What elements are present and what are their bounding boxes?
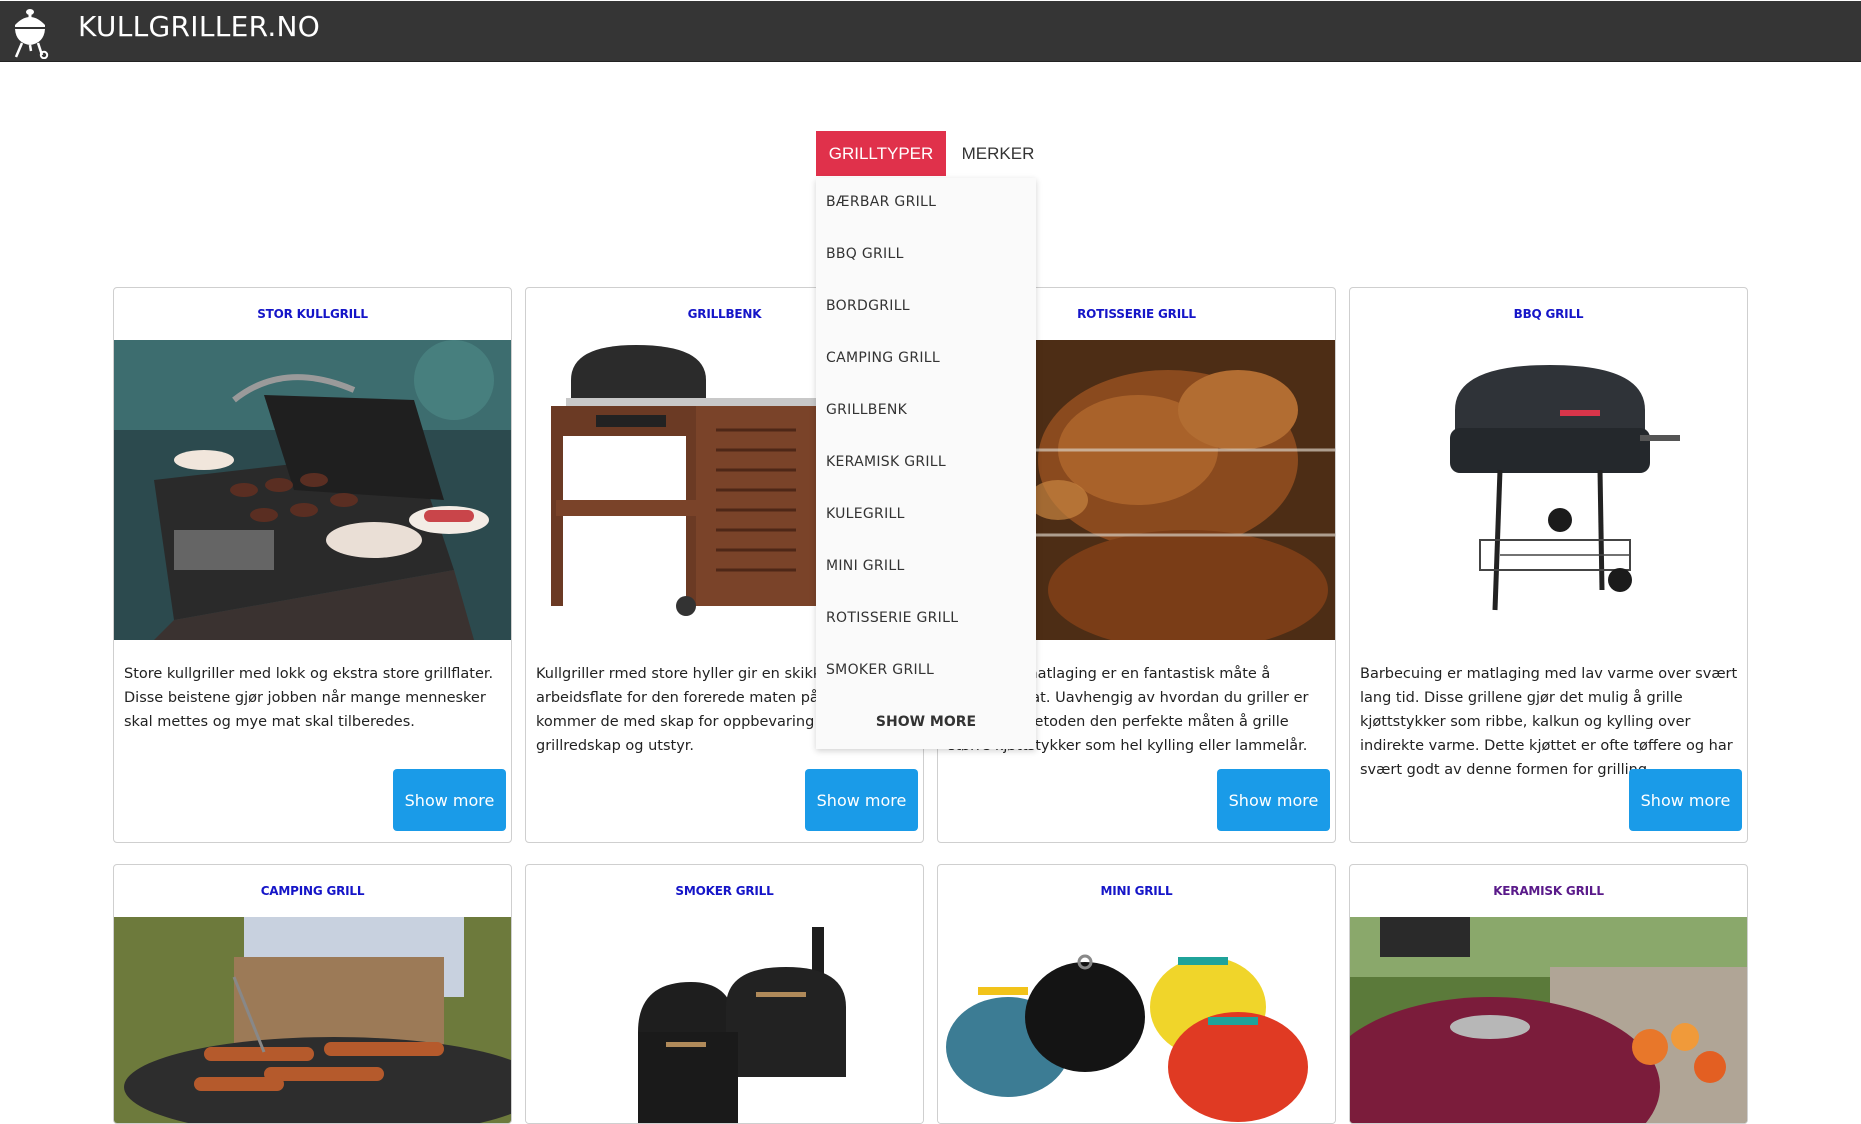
card-image bbox=[114, 340, 511, 640]
dropdown-show-more-link[interactable]: SHOW MORE bbox=[816, 707, 1036, 737]
kettle-grill-icon[interactable] bbox=[10, 5, 50, 59]
card-title[interactable]: BBQ GRILL bbox=[1350, 288, 1747, 340]
menu-item-bordgrill[interactable]: BORDGRILL bbox=[826, 291, 910, 321]
card-title[interactable]: STOR KULLGRILL bbox=[114, 288, 511, 340]
menu-item-mini-grill[interactable]: MINI GRILL bbox=[826, 551, 905, 581]
card-image bbox=[526, 917, 923, 1123]
card-image bbox=[1350, 917, 1747, 1123]
menu-item-smoker-grill[interactable]: SMOKER GRILL bbox=[826, 655, 934, 685]
tab-merker[interactable]: MERKER bbox=[946, 131, 1050, 176]
menu-item-grillbenk[interactable]: GRILLBENK bbox=[826, 395, 907, 425]
card-keramisk-grill: KERAMISK GRILL bbox=[1349, 864, 1748, 1124]
show-more-button[interactable]: Show more bbox=[805, 769, 918, 831]
card-title[interactable]: KERAMISK GRILL bbox=[1350, 865, 1747, 917]
tab-grilltyper[interactable]: GRILLTYPER bbox=[816, 131, 946, 176]
show-more-button[interactable]: Show more bbox=[393, 769, 506, 831]
card-bbq-grill: BBQ GRILL Barbecuing er matlaging med la… bbox=[1349, 287, 1748, 843]
site-title[interactable]: KULLGRILLER.NO bbox=[78, 10, 320, 43]
card-title[interactable]: SMOKER GRILL bbox=[526, 865, 923, 917]
card-description: Store kullgriller med lokk og ekstra sto… bbox=[124, 666, 494, 730]
menu-item-baerbar-grill[interactable]: BÆRBAR GRILL bbox=[826, 187, 936, 217]
menu-item-rotisserie-grill[interactable]: ROTISSERIE GRILL bbox=[826, 603, 958, 633]
card-title[interactable]: MINI GRILL bbox=[938, 865, 1335, 917]
card-smoker-grill: SMOKER GRILL bbox=[525, 864, 924, 1124]
card-image bbox=[938, 917, 1335, 1123]
menu-item-kulegrill[interactable]: KULEGRILL bbox=[826, 499, 905, 529]
card-image bbox=[1350, 340, 1747, 640]
card-stor-kullgrill: STOR KULLGRILL Store kullgriller med lok… bbox=[113, 287, 512, 843]
menu-item-camping-grill[interactable]: CAMPING GRILL bbox=[826, 343, 940, 373]
card-image bbox=[114, 917, 511, 1123]
card-description: Barbecuing er matlaging med lav varme ov… bbox=[1360, 666, 1738, 778]
top-bar: KULLGRILLER.NO bbox=[0, 1, 1861, 62]
grilltyper-dropdown-menu: BÆRBAR GRILL BBQ GRILL BORDGRILL CAMPING… bbox=[816, 178, 1036, 749]
card-mini-grill: MINI GRILL bbox=[937, 864, 1336, 1124]
show-more-button[interactable]: Show more bbox=[1217, 769, 1330, 831]
menu-item-bbq-grill[interactable]: BBQ GRILL bbox=[826, 239, 904, 269]
card-camping-grill: CAMPING GRILL bbox=[113, 864, 512, 1124]
card-title[interactable]: CAMPING GRILL bbox=[114, 865, 511, 917]
show-more-button[interactable]: Show more bbox=[1629, 769, 1742, 831]
menu-item-keramisk-grill[interactable]: KERAMISK GRILL bbox=[826, 447, 946, 477]
